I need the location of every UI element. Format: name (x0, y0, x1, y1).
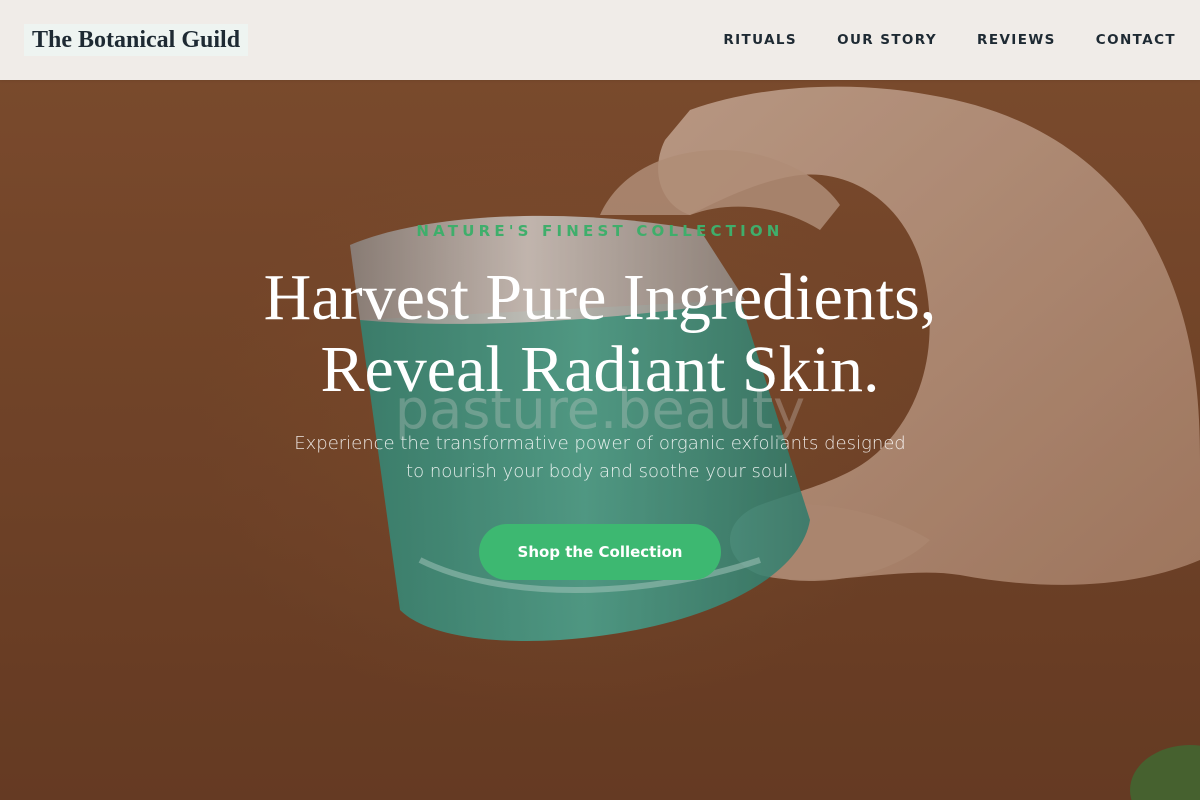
hero-content: NATURE'S FINEST COLLECTION Harvest Pure … (0, 0, 1200, 800)
main-nav: RITUALS OUR STORY REVIEWS CONTACT (683, 32, 1176, 48)
hero-eyebrow: NATURE'S FINEST COLLECTION (416, 222, 784, 240)
hero-headline: Harvest Pure Ingredients, Reveal Radiant… (0, 262, 1200, 406)
hero-headline-line-1: Harvest Pure Ingredients, (263, 261, 937, 334)
hero-headline-line-2: Reveal Radiant Skin. (320, 333, 880, 406)
site-header: The Botanical Guild RITUALS OUR STORY RE… (0, 0, 1200, 80)
hero-subtext-line-2: to nourish your body and soothe your sou… (406, 461, 794, 482)
hero-subtext: Experience the transformative power of o… (250, 430, 950, 486)
nav-link-our-story[interactable]: OUR STORY (837, 32, 937, 48)
shop-collection-button[interactable]: Shop the Collection (479, 524, 721, 580)
hero-subtext-line-1: Experience the transformative power of o… (294, 433, 906, 454)
nav-link-reviews[interactable]: REVIEWS (977, 32, 1056, 48)
site-logo[interactable]: The Botanical Guild (24, 24, 249, 56)
nav-link-rituals[interactable]: RITUALS (723, 32, 797, 48)
nav-link-contact[interactable]: CONTACT (1096, 32, 1176, 48)
